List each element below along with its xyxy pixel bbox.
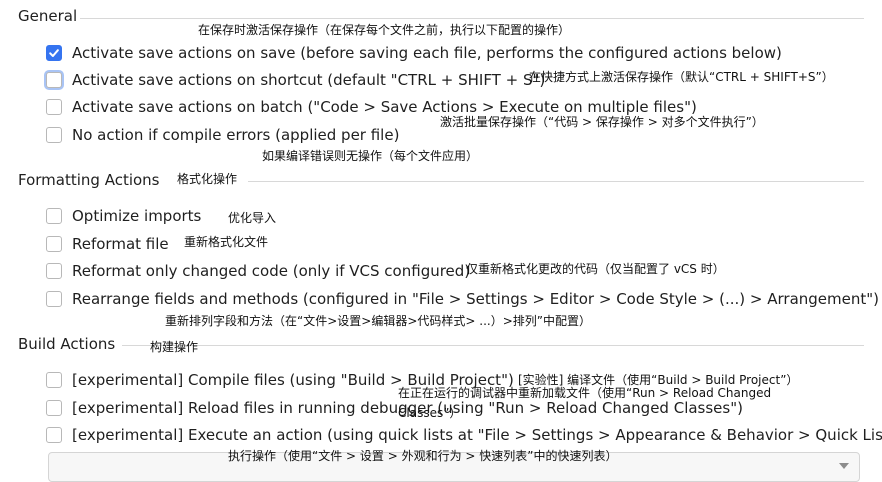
annotation-general-2: 激活批量保存操作（“代码 > 保存操作 > 对多个文件执行”） <box>440 115 764 129</box>
checkbox-save-on-save[interactable] <box>46 45 62 61</box>
annotation-formatting-1: 重新格式化文件 <box>184 235 269 249</box>
checkbox-row-rearrange[interactable]: Rearrange fields and methods (configured… <box>46 289 879 309</box>
checkbox-label: Activate save actions on batch ("Code > … <box>72 98 697 116</box>
annotation-build-title: 构建操作 <box>150 340 199 354</box>
checkbox-no-action-compile-errors[interactable] <box>46 127 62 143</box>
checkbox-label: Reformat only changed code (only if VCS … <box>72 262 471 280</box>
checkbox-label: Reformat file <box>72 235 169 253</box>
section-title-general: General <box>18 7 78 25</box>
checkbox-reformat-file[interactable] <box>46 236 62 252</box>
checkbox-label: Activate save actions on shortcut (defau… <box>72 71 546 89</box>
checkbox-row-save-on-shortcut[interactable]: Activate save actions on shortcut (defau… <box>46 70 545 90</box>
checkbox-label: Rearrange fields and methods (configured… <box>72 290 880 308</box>
checkbox-optimize-imports[interactable] <box>46 208 62 224</box>
annotation-build-2: 执行操作（使用“文件 > 设置 > 外观和行为 > 快速列表”中的快速列表） <box>228 449 618 463</box>
checkbox-row-reload-debugger[interactable]: [experimental] Reload files in running d… <box>46 398 743 418</box>
checkbox-row-execute-action[interactable]: [experimental] Execute an action (using … <box>46 425 882 445</box>
checkbox-reformat-changed[interactable] <box>46 263 62 279</box>
section-divider-build <box>122 345 864 346</box>
checkbox-label: Optimize imports <box>72 207 202 225</box>
checkbox-row-optimize-imports[interactable]: Optimize imports <box>46 206 201 226</box>
annotation-formatting-3: 重新排列字段和方法（在“文件>设置>编辑器>代码样式> ...）>排列”中配置） <box>165 314 591 328</box>
annotation-build-0: [实验性] 编译文件（使用“Build > Build Project”） <box>518 373 799 387</box>
annotation-formatting-2: 仅重新格式化更改的代码（仅当配置了 vCS 时） <box>466 262 725 276</box>
checkbox-row-save-on-save[interactable]: Activate save actions on save (before sa… <box>46 43 782 63</box>
annotation-general-3: 如果编译错误则无操作（每个文件应用） <box>262 149 479 163</box>
checkbox-label: [experimental] Execute an action (using … <box>72 426 882 444</box>
annotation-formatting-0: 优化导入 <box>228 211 277 225</box>
section-divider-formatting <box>248 181 864 182</box>
annotation-build-1-cont: Classes”） <box>398 406 462 420</box>
checkbox-row-save-on-batch[interactable]: Activate save actions on batch ("Code > … <box>46 97 697 117</box>
checkbox-rearrange[interactable] <box>46 291 62 307</box>
annotation-formatting-title: 格式化操作 <box>177 172 238 186</box>
checkmark-icon <box>49 49 59 57</box>
checkbox-label: No action if compile errors (applied per… <box>72 126 400 144</box>
checkbox-label: Activate save actions on save (before sa… <box>72 44 782 62</box>
checkbox-save-on-shortcut[interactable] <box>46 72 62 88</box>
chevron-down-icon <box>839 463 849 469</box>
checkbox-row-reformat-file[interactable]: Reformat file <box>46 234 169 254</box>
annotation-general-1: 在快捷方式上激活保存操作（默认“CTRL + SHIFT+S”） <box>529 70 834 84</box>
checkbox-reload-debugger[interactable] <box>46 400 62 416</box>
section-title-formatting: Formatting Actions <box>18 171 160 189</box>
checkbox-save-on-batch[interactable] <box>46 99 62 115</box>
section-title-build: Build Actions <box>18 335 116 353</box>
checkbox-execute-action[interactable] <box>46 427 62 443</box>
annotation-general-0: 在保存时激活保存操作（在保存每个文件之前，执行以下配置的操作） <box>198 23 571 37</box>
checkbox-compile-files[interactable] <box>46 372 62 388</box>
checkbox-row-reformat-changed[interactable]: Reformat only changed code (only if VCS … <box>46 261 470 281</box>
section-divider-general <box>80 18 864 19</box>
checkbox-row-no-action-compile-errors[interactable]: No action if compile errors (applied per… <box>46 125 399 145</box>
